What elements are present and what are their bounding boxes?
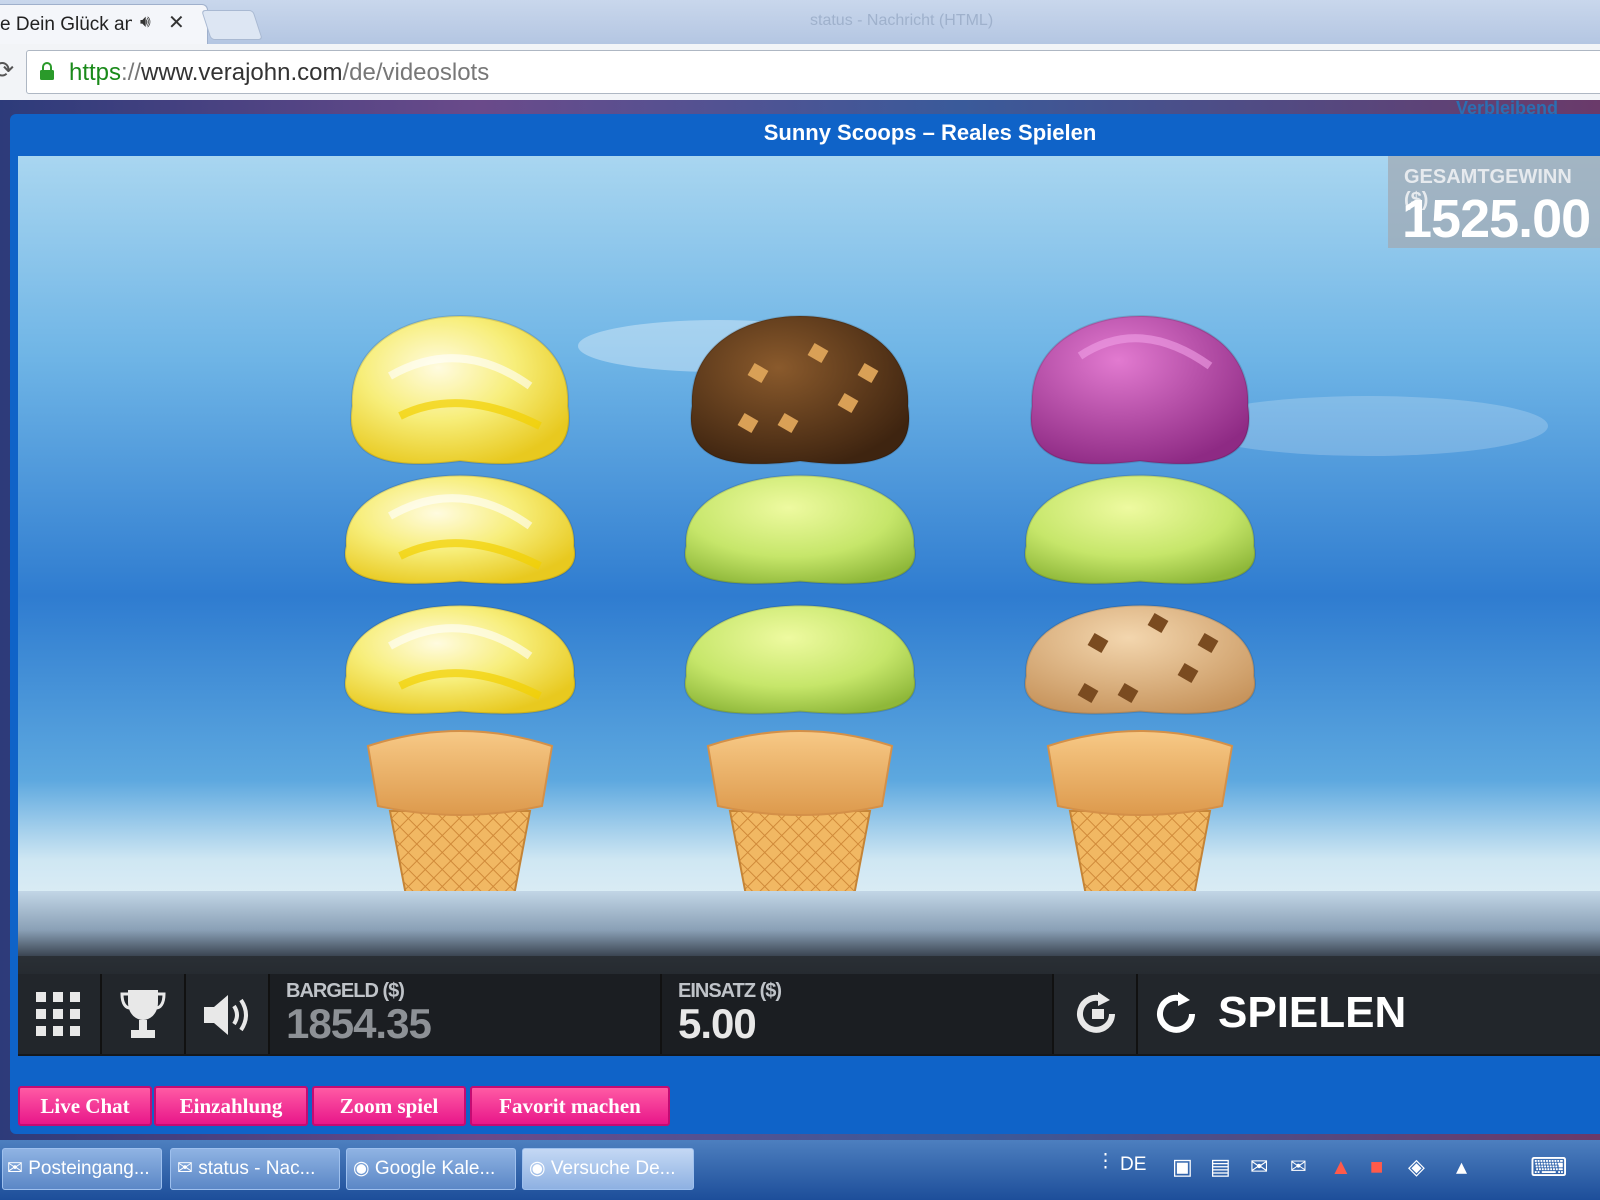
spin-label: SPIELEN [1218, 988, 1407, 1037]
menu-button[interactable] [18, 974, 102, 1054]
outlook-tray-icon[interactable]: ✉ [1290, 1154, 1307, 1179]
taskbar-item-label: Posteingang... [28, 1158, 150, 1179]
url-path: /de/videoslots [342, 59, 490, 86]
taskbar-item-label: Versuche De... [550, 1158, 676, 1179]
trophy-icon [120, 990, 166, 1038]
game-stage[interactable]: GESAMTGEWINN ($) 1525.00 [18, 156, 1600, 956]
cone-rim [1046, 730, 1234, 816]
mail-icon: ✉ [7, 1158, 23, 1179]
ice-cream-scoop [683, 604, 917, 715]
speaker-icon[interactable]: 🔊︎ [140, 12, 151, 32]
acrobat-icon[interactable]: ■ [1370, 1154, 1383, 1180]
keyboard-icon[interactable]: ⌨ [1530, 1152, 1568, 1183]
nvidia-icon[interactable]: ▣ [1172, 1154, 1193, 1180]
bet-panel[interactable]: EINSATZ ($) 5.00 [662, 974, 1054, 1054]
pdf-icon[interactable]: ▲ [1330, 1154, 1352, 1180]
lock-icon [40, 62, 54, 80]
ice-cream-cone [1023, 315, 1257, 912]
network-icon[interactable]: ◈ [1408, 1154, 1425, 1180]
cash-panel: BARGELD ($) 1854.35 [270, 974, 662, 1054]
mail-tray-icon[interactable]: ✉ [1250, 1154, 1268, 1180]
taskbar-item-google-calendar[interactable]: ◉ Google Kale... [346, 1148, 516, 1190]
zoom-button[interactable]: Zoom spiel [312, 1086, 466, 1126]
ice-cream-cone [683, 315, 917, 912]
ice-cream-scoop [343, 604, 577, 715]
ice-cream-scoop [349, 315, 571, 465]
cone-rim [366, 730, 554, 816]
url-text: https://www.verajohn.com/de/videoslots [69, 59, 489, 87]
ice-cream-scoop [1023, 474, 1257, 585]
url-separator: :// [121, 59, 142, 86]
language-indicator[interactable]: DE [1120, 1154, 1146, 1176]
cone-rim [706, 730, 894, 816]
shelf [18, 891, 1600, 956]
browser-tab-strip: e Dein Glück an 🔊︎ ✕ status - Nachricht … [0, 0, 1600, 45]
game-control-bar: BARGELD ($) 1854.35 EINSATZ ($) 5.00 SPI… [18, 956, 1600, 1056]
taskbar-item-label: status - Nac... [198, 1158, 316, 1179]
live-chat-button[interactable]: Live Chat [18, 1086, 152, 1126]
ice-cream-scoop [1023, 604, 1257, 715]
ice-cream-scene [343, 315, 1548, 912]
taskbar-item-label: Google Kale... [374, 1158, 496, 1179]
grid-icon [36, 992, 80, 1036]
speaker-icon [204, 995, 248, 1035]
spin-button[interactable]: SPIELEN [1138, 974, 1600, 1054]
taskbar-item-outlook[interactable]: ✉ Posteingang... [2, 1148, 162, 1190]
sabi-icon[interactable]: ▤ [1210, 1154, 1231, 1180]
autoplay-icon [1077, 992, 1115, 1033]
total-win-value: 1525.00 [1402, 189, 1591, 249]
deposit-button[interactable]: Einzahlung [154, 1086, 308, 1126]
ice-cream-scoop [1029, 315, 1251, 465]
show-hidden-icons-icon[interactable]: ▴ [1456, 1154, 1467, 1180]
window-title: status - Nachricht (HTML) [810, 12, 994, 29]
url-host: www.verajohn.com [141, 59, 343, 86]
envelope-icon: ✉ [177, 1158, 193, 1179]
grip-icon: ⋮ [1096, 1151, 1115, 1172]
spin-icon [1157, 992, 1195, 1033]
game-title: Sunny Scoops – Reales Spielen [763, 120, 1097, 145]
tab-title: e Dein Glück an [0, 14, 132, 35]
chrome-icon: ◉ [353, 1158, 370, 1179]
new-tab-button[interactable] [201, 10, 263, 40]
url-scheme: https [69, 59, 122, 86]
ice-cream-cone [343, 315, 577, 912]
taskbar-item-versuche[interactable]: ◉ Versuche De... [522, 1148, 694, 1190]
close-icon[interactable]: ✕ [168, 10, 185, 35]
autoplay-button[interactable] [1054, 974, 1138, 1054]
chrome-icon: ◉ [529, 1158, 546, 1179]
browser-toolbar: ⟳ https://www.verajohn.com/de/videoslots [0, 44, 1600, 101]
taskbar-item-status[interactable]: ✉ status - Nac... [170, 1148, 340, 1190]
ice-cream-scoop [683, 474, 917, 585]
sound-button[interactable] [186, 974, 270, 1054]
taskbar: ✉ Posteingang... ✉ status - Nac... ◉ Goo… [0, 1140, 1600, 1200]
bet-value: 5.00 [678, 1000, 757, 1047]
ice-cream-scoop [689, 315, 911, 465]
cash-value: 1854.35 [286, 1000, 432, 1047]
address-bar[interactable]: https://www.verajohn.com/de/videoslots [26, 50, 1600, 94]
favorite-button[interactable]: Favorit machen [470, 1086, 670, 1126]
trophy-button[interactable] [102, 974, 186, 1054]
ice-cream-scoop [343, 474, 577, 585]
cone-group [343, 315, 1257, 912]
reload-icon[interactable]: ⟳ [0, 56, 14, 85]
